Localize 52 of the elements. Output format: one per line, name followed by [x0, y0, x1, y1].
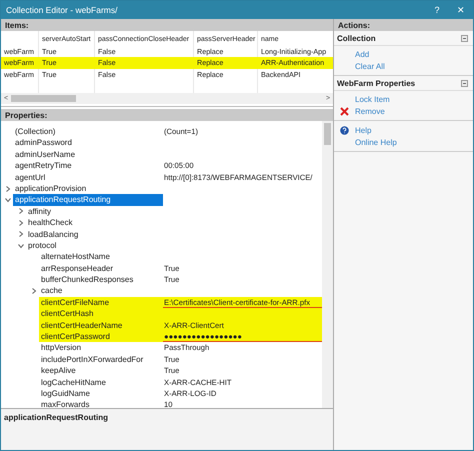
property-name[interactable]: bufferChunkedResponses — [39, 274, 163, 286]
property-name[interactable]: adminPassword — [13, 137, 163, 149]
property-name[interactable]: httpVersion — [39, 342, 163, 354]
property-name[interactable]: logGuidName — [39, 388, 163, 400]
help-icon — [340, 126, 349, 134]
property-name[interactable]: applicationProvision — [13, 182, 163, 194]
expand-chevron-icon[interactable] — [30, 288, 36, 294]
close-button[interactable]: ✕ — [449, 1, 473, 19]
property-name[interactable]: agentUrl — [13, 172, 163, 183]
description-title: applicationRequestRouting — [4, 413, 108, 422]
collapse-chevron-icon[interactable] — [18, 242, 24, 249]
property-name[interactable]: healthCheck — [26, 217, 163, 229]
property-name[interactable]: affinity — [26, 206, 163, 218]
property-name[interactable]: clientCertPassword — [39, 331, 163, 342]
collapse-icon[interactable] — [461, 34, 468, 42]
property-name[interactable]: alternateHostName — [39, 251, 163, 263]
section-title: Collection — [337, 34, 377, 42]
property-name[interactable]: loadBalancing — [26, 228, 163, 240]
property-name[interactable]: clientCertHash — [39, 308, 163, 320]
action-link[interactable]: Lock Item — [355, 94, 390, 104]
help-button[interactable]: ? — [425, 1, 449, 19]
expand-chevron-icon[interactable] — [18, 231, 24, 238]
action-link[interactable]: Add — [355, 50, 370, 58]
property-name[interactable]: keepAlive — [39, 365, 163, 377]
property-name[interactable]: clientCertHeaderName — [39, 320, 163, 332]
property-name[interactable]: cache — [39, 285, 163, 297]
action-link[interactable]: Clear All — [355, 62, 385, 70]
expand-chevron-icon[interactable] — [18, 220, 24, 226]
property-name[interactable]: logCacheHitName — [39, 376, 163, 388]
property-name[interactable]: maxForwards — [39, 399, 163, 411]
actions-header: Actions: — [334, 19, 473, 31]
expand-chevron-icon[interactable] — [4, 186, 10, 192]
action-link[interactable]: Help — [355, 126, 372, 134]
property-name[interactable]: clientCertFileName — [39, 296, 163, 308]
property-name[interactable]: applicationRequestRouting — [13, 194, 163, 206]
x-icon — [340, 106, 349, 116]
window-title: Collection Editor - webFarms/ — [6, 5, 118, 15]
property-name[interactable]: agentRetryTime — [13, 160, 163, 172]
vertical-scrollbar[interactable] — [322, 121, 333, 408]
action-link[interactable]: Remove — [355, 106, 385, 116]
properties-header: Properties: — [1, 109, 333, 121]
collapse-chevron-icon[interactable] — [4, 197, 10, 204]
action-link[interactable]: Online Help — [355, 138, 397, 146]
items-header: Items: — [1, 19, 333, 31]
expand-chevron-icon[interactable] — [18, 208, 24, 214]
collapse-icon[interactable] — [461, 80, 468, 86]
property-name[interactable]: includePortInXForwardedFor — [39, 354, 163, 366]
property-name[interactable]: adminUserName — [13, 148, 163, 160]
section-title: WebFarm Properties — [337, 78, 416, 88]
property-name[interactable]: (Collection) — [13, 126, 163, 138]
property-name[interactable]: arrResponseHeader — [39, 262, 163, 274]
property-name[interactable]: protocol — [26, 240, 163, 252]
